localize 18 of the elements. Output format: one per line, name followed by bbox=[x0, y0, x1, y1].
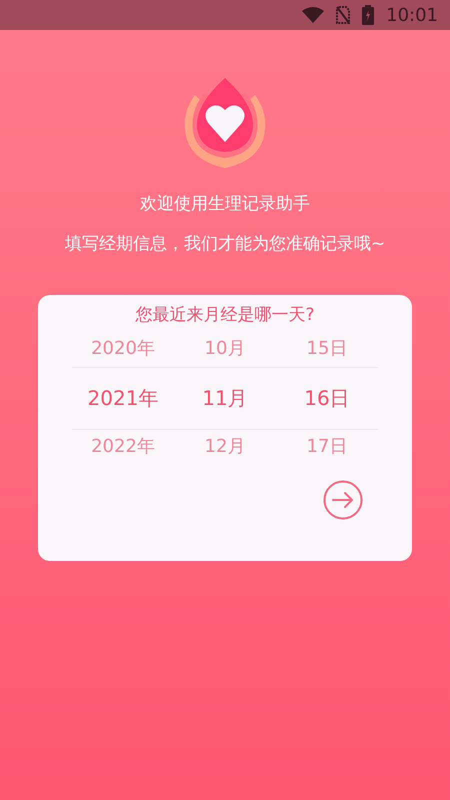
picker-option[interactable]: 11月 bbox=[202, 366, 248, 428]
picker-option[interactable]: 2022年 bbox=[91, 428, 155, 464]
picker-option[interactable]: 10月 bbox=[204, 330, 246, 366]
welcome-subtitle: 填写经期信息，我们才能为您准确记录哦~ bbox=[64, 232, 386, 256]
no-sim-icon bbox=[336, 6, 350, 24]
welcome-title: 欢迎使用生理记录助手 bbox=[140, 193, 310, 216]
picker-option[interactable]: 15日 bbox=[306, 330, 348, 366]
battery-icon bbox=[362, 5, 374, 25]
next-button[interactable] bbox=[322, 478, 364, 520]
question-title: 您最近来月经是哪一天? bbox=[134, 304, 316, 327]
picker-option[interactable]: 2020年 bbox=[91, 330, 155, 366]
clock: 10:01 bbox=[386, 4, 438, 28]
picker-option[interactable]: 12月 bbox=[204, 428, 246, 464]
picker-option[interactable]: 2021年 bbox=[88, 366, 158, 428]
picker-option[interactable]: 17日 bbox=[306, 428, 348, 464]
arrow-right-icon bbox=[323, 480, 363, 520]
picker-option[interactable]: 16日 bbox=[304, 366, 350, 428]
wifi-icon bbox=[302, 7, 324, 23]
